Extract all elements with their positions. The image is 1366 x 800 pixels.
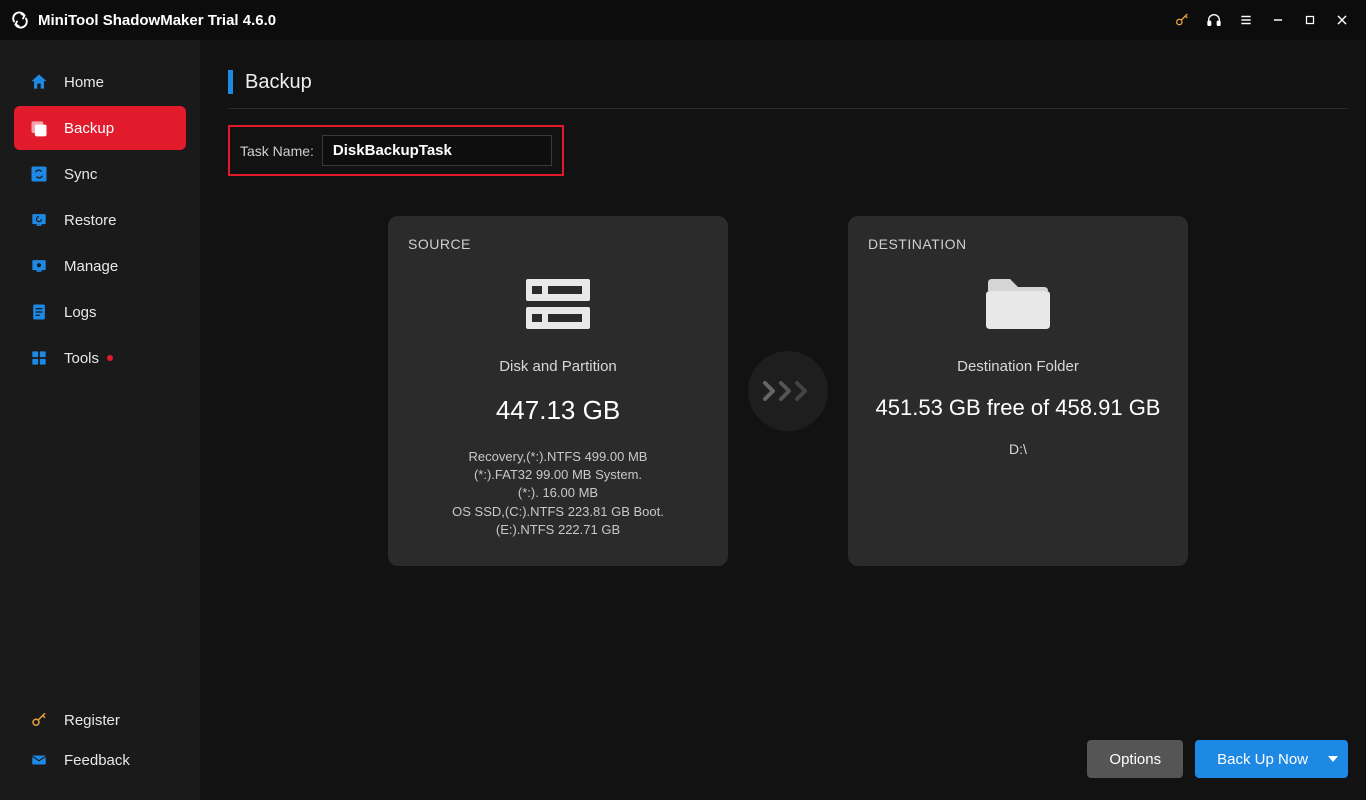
disk-icon bbox=[518, 270, 598, 340]
register-label: Register bbox=[64, 712, 120, 729]
key-icon[interactable] bbox=[1168, 6, 1196, 34]
backup-now-label: Back Up Now bbox=[1217, 751, 1308, 768]
sidebar-item-label: Manage bbox=[64, 258, 118, 275]
destination-free: 451.53 GB free of 458.91 GB bbox=[876, 395, 1161, 421]
source-subtitle: Disk and Partition bbox=[499, 358, 617, 375]
sidebar-item-home[interactable]: Home bbox=[14, 60, 186, 104]
sidebar-item-tools[interactable]: Tools bbox=[14, 336, 186, 380]
headset-icon[interactable] bbox=[1200, 6, 1228, 34]
sidebar-item-backup[interactable]: Backup bbox=[14, 106, 186, 150]
sidebar-item-label: Backup bbox=[64, 120, 114, 137]
source-line: Recovery,(*:).NTFS 499.00 MB bbox=[452, 448, 664, 466]
heading-accent-bar bbox=[228, 70, 233, 94]
sidebar-item-label: Sync bbox=[64, 166, 97, 183]
destination-title: DESTINATION bbox=[868, 236, 967, 252]
minimize-icon[interactable] bbox=[1264, 6, 1292, 34]
backup-now-button[interactable]: Back Up Now bbox=[1195, 740, 1348, 778]
task-name-label: Task Name: bbox=[240, 143, 314, 159]
destination-path: D:\ bbox=[1009, 441, 1027, 457]
sync-icon bbox=[28, 163, 50, 185]
manage-icon bbox=[28, 255, 50, 277]
source-size: 447.13 GB bbox=[496, 395, 620, 426]
sidebar-item-manage[interactable]: Manage bbox=[14, 244, 186, 288]
maximize-icon[interactable] bbox=[1296, 6, 1324, 34]
options-label: Options bbox=[1109, 751, 1161, 768]
source-details: Recovery,(*:).NTFS 499.00 MB (*:).FAT32 … bbox=[452, 448, 664, 539]
destination-card[interactable]: DESTINATION Destination Folder 451.53 GB… bbox=[848, 216, 1188, 566]
restore-icon bbox=[28, 209, 50, 231]
backup-icon bbox=[28, 117, 50, 139]
sidebar-register[interactable]: Register bbox=[14, 700, 186, 740]
mail-icon bbox=[28, 749, 50, 771]
page-title: Backup bbox=[245, 71, 312, 94]
sidebar-item-sync[interactable]: Sync bbox=[14, 152, 186, 196]
menu-icon[interactable] bbox=[1232, 6, 1260, 34]
home-icon bbox=[28, 71, 50, 93]
transfer-arrow-icon bbox=[748, 351, 828, 431]
options-button[interactable]: Options bbox=[1087, 740, 1183, 778]
app-logo-icon bbox=[10, 10, 30, 30]
sidebar-item-label: Restore bbox=[64, 212, 117, 229]
source-card[interactable]: SOURCE Disk and Partition 447.13 GB Reco… bbox=[388, 216, 728, 566]
main-panel: Backup Task Name: SOURCE bbox=[200, 40, 1366, 800]
logs-icon bbox=[28, 301, 50, 323]
titlebar: MiniTool ShadowMaker Trial 4.6.0 bbox=[0, 0, 1366, 40]
sidebar: Home Backup Sync Restore bbox=[0, 40, 200, 800]
folder-icon bbox=[978, 270, 1058, 340]
page-heading: Backup bbox=[228, 70, 1348, 109]
key-icon bbox=[28, 709, 50, 731]
sidebar-item-logs[interactable]: Logs bbox=[14, 290, 186, 334]
task-name-group: Task Name: bbox=[228, 125, 564, 176]
sidebar-item-label: Logs bbox=[64, 304, 97, 321]
sidebar-item-restore[interactable]: Restore bbox=[14, 198, 186, 242]
close-icon[interactable] bbox=[1328, 6, 1356, 34]
sidebar-item-label: Tools bbox=[64, 350, 99, 367]
chevron-down-icon bbox=[1328, 756, 1338, 762]
feedback-label: Feedback bbox=[64, 752, 130, 769]
sidebar-item-label: Home bbox=[64, 74, 104, 91]
sidebar-feedback[interactable]: Feedback bbox=[14, 740, 186, 780]
task-name-input[interactable] bbox=[322, 135, 552, 166]
tools-icon bbox=[28, 347, 50, 369]
destination-subtitle: Destination Folder bbox=[957, 358, 1079, 375]
source-line: (*:).FAT32 99.00 MB System. bbox=[452, 466, 664, 484]
source-line: (E:).NTFS 222.71 GB bbox=[452, 521, 664, 539]
source-title: SOURCE bbox=[408, 236, 471, 252]
source-line: OS SSD,(C:).NTFS 223.81 GB Boot. bbox=[452, 503, 664, 521]
attention-dot-icon bbox=[107, 355, 113, 361]
app-title: MiniTool ShadowMaker Trial 4.6.0 bbox=[38, 12, 276, 29]
source-line: (*:). 16.00 MB bbox=[452, 484, 664, 502]
